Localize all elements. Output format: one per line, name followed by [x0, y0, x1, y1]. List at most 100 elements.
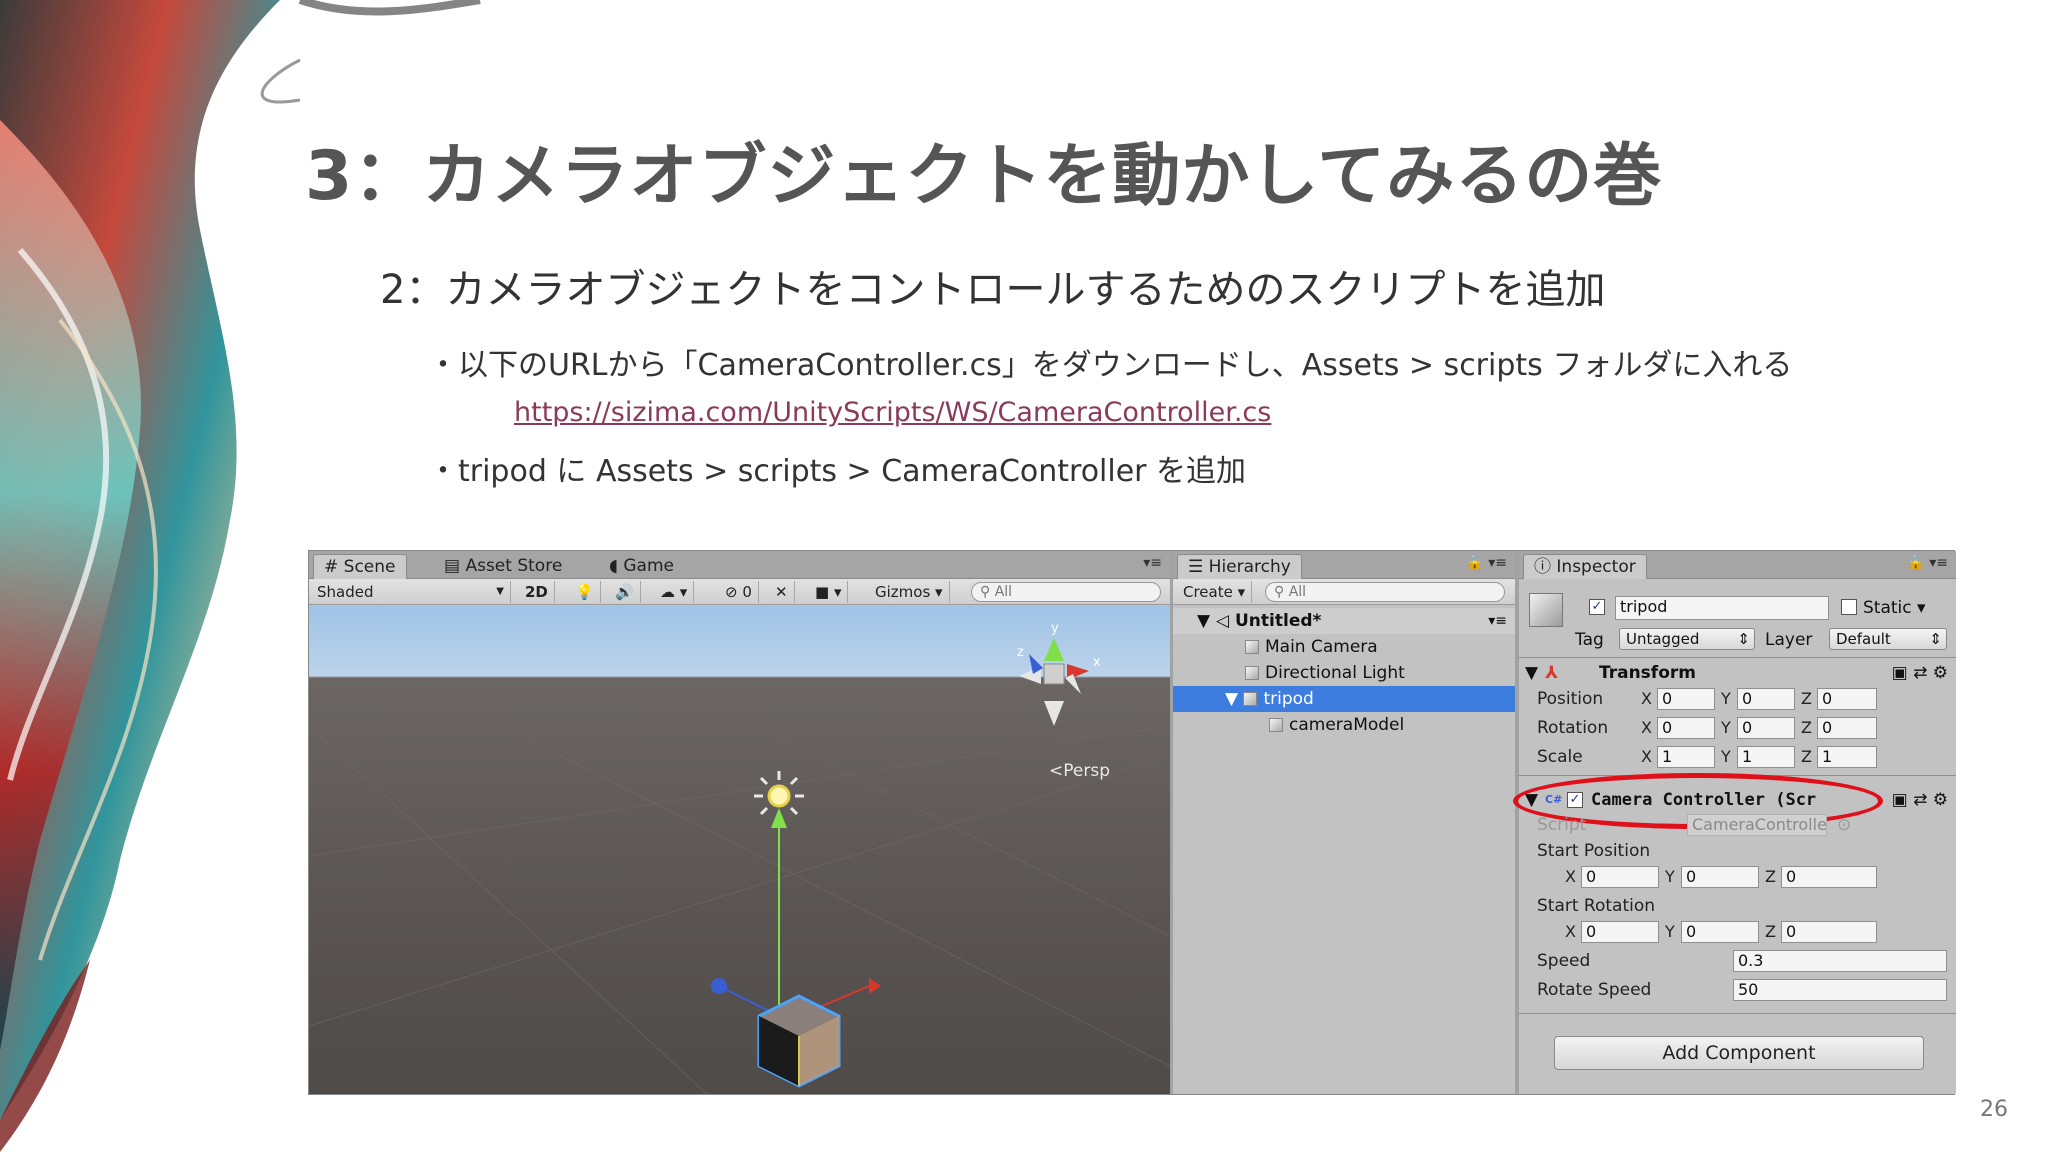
- position-y-field[interactable]: 0: [1737, 688, 1795, 710]
- chevron-down-icon: ▼: [496, 586, 504, 597]
- orientation-gizmo[interactable]: y x z: [999, 616, 1109, 736]
- tab-asset-store-label: Asset Store: [465, 556, 563, 576]
- scene-search-placeholder: All: [994, 584, 1013, 600]
- shading-dropdown[interactable]: Shaded ▼: [311, 581, 511, 603]
- shading-dropdown-label: Shaded: [317, 583, 374, 601]
- start-position-y-field[interactable]: 0: [1681, 866, 1759, 888]
- axis-y-label: Y: [1665, 867, 1675, 886]
- tag-dropdown[interactable]: Untagged ⇕: [1619, 628, 1755, 650]
- hidden-layers-button[interactable]: ⊘ 0: [719, 581, 759, 603]
- scene-toolbar: Shaded ▼ 2D 💡 🔊 ☁ ▾ ⊘ 0 ✕ ■ ▾ Gizmos ▾ ⚲…: [309, 579, 1170, 605]
- store-icon: ▤: [444, 556, 461, 576]
- audio-icon[interactable]: 🔊: [609, 581, 641, 603]
- tab-scene[interactable]: # Scene: [313, 554, 407, 579]
- position-z-field[interactable]: 0: [1817, 688, 1877, 710]
- tab-game-label: Game: [623, 556, 674, 576]
- 2d-toggle-button[interactable]: 2D: [519, 581, 555, 603]
- hierarchy-item-label: tripod: [1263, 689, 1314, 709]
- rotate-speed-row: Rotate Speed 50: [1519, 977, 1956, 1003]
- hierarchy-search-input[interactable]: ⚲ All: [1265, 582, 1505, 602]
- active-checkbox[interactable]: ✓: [1589, 599, 1605, 615]
- gizmos-dropdown[interactable]: Gizmos ▾: [869, 581, 950, 603]
- rotation-y-field[interactable]: 0: [1737, 717, 1795, 739]
- position-x-field[interactable]: 0: [1657, 688, 1715, 710]
- tab-game[interactable]: ◖ Game: [599, 554, 684, 579]
- scene-root-item[interactable]: ▼ ◁ Untitled* ▾≡: [1173, 608, 1515, 634]
- transform-header[interactable]: ▼ ⅄ Transform ▣ ⇄ ⚙: [1519, 660, 1956, 686]
- axis-x-label: x: [1093, 655, 1101, 670]
- gizmos-label: Gizmos: [875, 583, 931, 601]
- unity-editor-screenshot: # Scene ▤ Asset Store ◖ Game ▾≡ Shaded ▼…: [308, 550, 1956, 1095]
- script-field: CameraControlle: [1687, 814, 1827, 836]
- tab-hierarchy[interactable]: ☰ Hierarchy: [1177, 554, 1302, 579]
- unity-logo-icon: ◁: [1216, 611, 1230, 631]
- tab-inspector[interactable]: ⓘ Inspector: [1523, 554, 1647, 579]
- tools-icon[interactable]: ✕: [769, 581, 795, 603]
- hierarchy-item-tripod[interactable]: ▼ tripod: [1173, 686, 1515, 712]
- scene-search-input[interactable]: ⚲ All: [971, 582, 1161, 602]
- axis-x-label: X: [1641, 718, 1652, 737]
- start-rotation-z-field[interactable]: 0: [1781, 921, 1877, 943]
- inspector-panel: ⓘ Inspector 🔒 ▾≡ ✓ tripod Static ▾ Tag U…: [1513, 551, 1956, 1094]
- scene-viewport[interactable]: y x z <Persp: [309, 606, 1170, 1094]
- tripod-cube-object: [711, 978, 881, 1088]
- rotate-speed-label: Rotate Speed: [1537, 980, 1652, 1000]
- hierarchy-item-main-camera[interactable]: Main Camera: [1173, 634, 1515, 660]
- rotate-speed-field[interactable]: 50: [1733, 979, 1947, 1001]
- object-name-field[interactable]: tripod: [1615, 596, 1829, 620]
- inspector-lock-menu-icon[interactable]: 🔒 ▾≡: [1907, 555, 1948, 571]
- start-rotation-x-field[interactable]: 0: [1581, 921, 1659, 943]
- position-label: Position: [1537, 689, 1604, 709]
- scene-panel: # Scene ▤ Asset Store ◖ Game ▾≡ Shaded ▼…: [309, 551, 1170, 1094]
- add-component-button[interactable]: Add Component: [1554, 1036, 1924, 1070]
- tab-asset-store[interactable]: ▤ Asset Store: [434, 554, 572, 579]
- hierarchy-tabbar: ☰ Hierarchy 🔒 ▾≡: [1173, 551, 1515, 579]
- component-settings-gear-icon[interactable]: ▣ ⇄ ⚙: [1892, 660, 1948, 686]
- gameobject-icon: [1245, 666, 1259, 680]
- inspector-tabbar: ⓘ Inspector 🔒 ▾≡: [1519, 551, 1956, 579]
- axis-y-label: Y: [1721, 689, 1731, 708]
- chevron-updown-icon: ⇕: [1737, 630, 1750, 648]
- create-dropdown[interactable]: Create ▾: [1177, 581, 1253, 603]
- layer-dropdown[interactable]: Default ⇕: [1829, 628, 1947, 650]
- rotation-z-field[interactable]: 0: [1817, 717, 1877, 739]
- scale-x-field[interactable]: 1: [1657, 746, 1715, 768]
- camera-icon[interactable]: ■ ▾: [809, 581, 849, 603]
- position-row: Position X 0 Y 0 Z 0: [1519, 686, 1956, 712]
- effects-icon[interactable]: ☁ ▾: [654, 581, 695, 603]
- chevron-left-icon: <: [1049, 761, 1064, 781]
- axis-z-label: Z: [1801, 689, 1812, 708]
- rotation-x-field[interactable]: 0: [1657, 717, 1715, 739]
- scale-z-field[interactable]: 1: [1817, 746, 1877, 768]
- slide-subtitle: 2：カメラオブジェクトをコントロールするためのスクリプトを追加: [380, 267, 1606, 313]
- scale-row: Scale X 1 Y 1 Z 1: [1519, 744, 1956, 770]
- start-position-z-field[interactable]: 0: [1781, 866, 1877, 888]
- hierarchy-lock-menu-icon[interactable]: 🔒 ▾≡: [1466, 555, 1507, 571]
- hierarchy-item-camera-model[interactable]: cameraModel: [1173, 712, 1515, 738]
- axis-y-label: Y: [1721, 747, 1731, 766]
- start-position-row: X 0 Y 0 Z 0: [1519, 864, 1956, 890]
- grid-icon: #: [324, 557, 339, 577]
- rotation-row: Rotation X 0 Y 0 Z 0: [1519, 715, 1956, 741]
- axis-x-label: X: [1565, 867, 1576, 886]
- scene-menu-icon[interactable]: ▾≡: [1488, 608, 1507, 634]
- chevron-updown-icon: ⇕: [1929, 630, 1942, 648]
- axis-z-label: Z: [1765, 922, 1776, 941]
- eye-slash-icon: ⊘: [725, 583, 738, 601]
- persp-label[interactable]: <Persp: [1049, 761, 1110, 781]
- scene-tab-menu-icon[interactable]: ▾≡: [1143, 555, 1162, 571]
- hierarchy-item-directional-light[interactable]: Directional Light: [1173, 660, 1515, 686]
- start-rotation-y-field[interactable]: 0: [1681, 921, 1759, 943]
- component-settings-gear-icon[interactable]: ▣ ⇄ ⚙: [1892, 787, 1948, 813]
- divider: [1519, 657, 1956, 658]
- script-download-link[interactable]: https://sizima.com/UnityScripts/WS/Camer…: [514, 397, 1271, 428]
- lighting-icon[interactable]: 💡: [569, 581, 601, 603]
- page-number: 26: [1980, 1097, 2008, 1122]
- hierarchy-item-label: cameraModel: [1289, 715, 1405, 735]
- speed-field[interactable]: 0.3: [1733, 950, 1947, 972]
- static-checkbox[interactable]: [1841, 599, 1857, 615]
- hierarchy-search-placeholder: All: [1288, 584, 1307, 600]
- hidden-count: 0: [742, 583, 752, 601]
- scale-y-field[interactable]: 1: [1737, 746, 1795, 768]
- start-position-x-field[interactable]: 0: [1581, 866, 1659, 888]
